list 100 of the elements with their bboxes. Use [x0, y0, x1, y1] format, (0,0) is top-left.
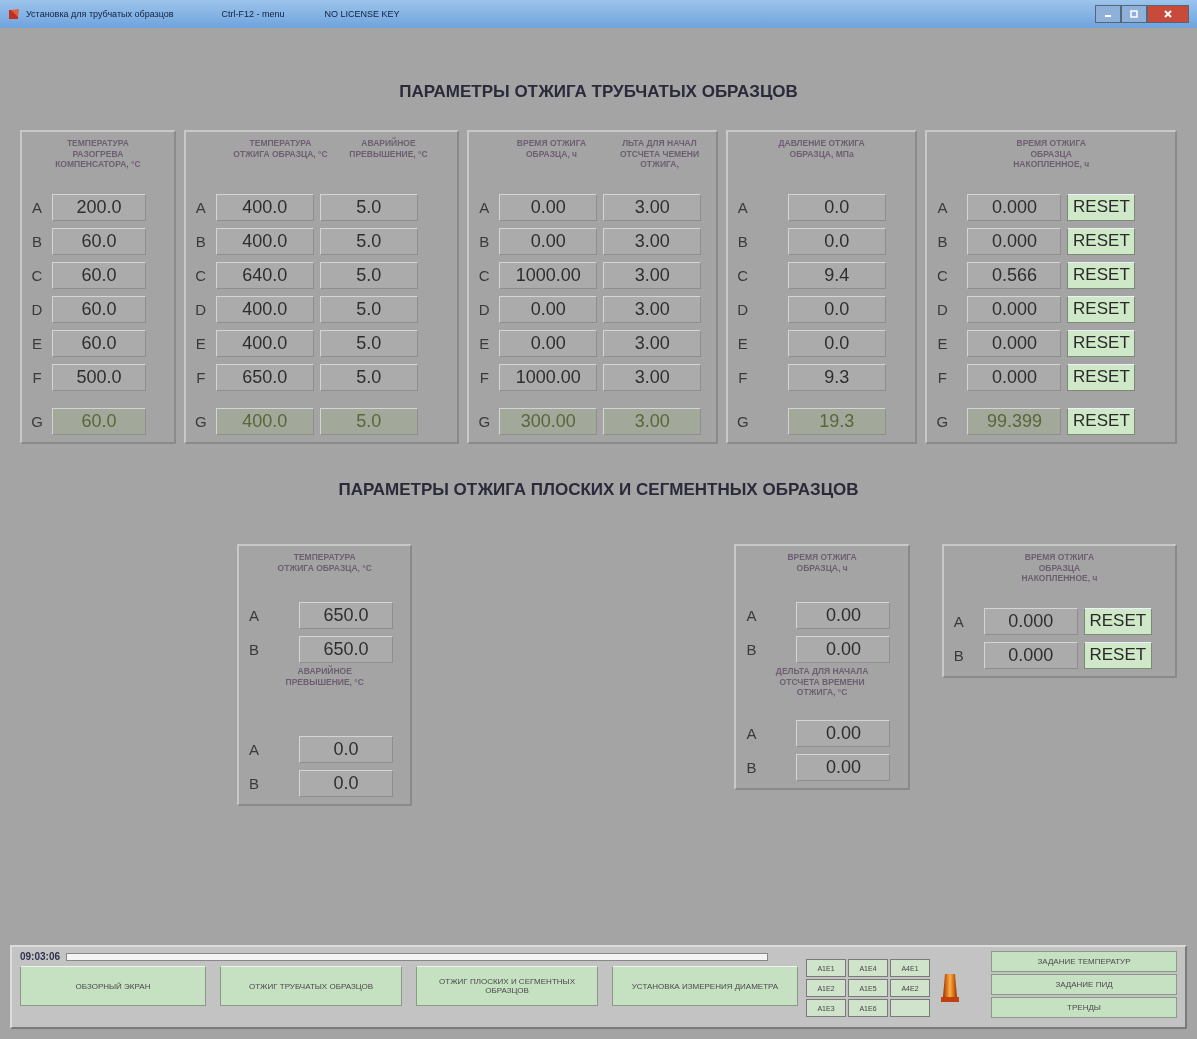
value-field[interactable]: 0.00: [796, 719, 891, 747]
value-field[interactable]: 3.00: [603, 295, 702, 323]
reset-button[interactable]: RESET: [1067, 193, 1136, 221]
value-field[interactable]: 640.0: [215, 261, 314, 289]
channel-label: B: [745, 758, 758, 776]
reset-button[interactable]: RESET: [1083, 641, 1152, 669]
value-field[interactable]: 0.00: [796, 753, 891, 781]
value-field[interactable]: 5.0: [319, 329, 418, 357]
channel-label: E: [31, 334, 43, 352]
value-field[interactable]: 9.4: [787, 261, 886, 289]
value-field[interactable]: 3.00: [603, 193, 702, 221]
alarm-beacon-icon: [938, 971, 962, 1003]
reset-button[interactable]: RESET: [1067, 363, 1136, 391]
value-field[interactable]: 500.0: [52, 363, 146, 391]
channel-label: F: [737, 368, 749, 386]
reset-button[interactable]: RESET: [1067, 329, 1136, 357]
value-field[interactable]: 650.0: [299, 601, 393, 629]
value-field[interactable]: 0.0: [299, 735, 393, 763]
column-header: ТЕМПЕРАТУРА ОТЖИГА ОБРАЗЦА, °C: [276, 552, 373, 575]
column-header: ВРЕМЯ ОТЖИГА ОБРАЗЦА, ч: [786, 552, 858, 575]
value-field[interactable]: 60.0: [52, 227, 146, 255]
value-field[interactable]: 3.00: [603, 261, 702, 289]
value-field[interactable]: 5.0: [319, 295, 418, 323]
value-field[interactable]: 0.000: [967, 295, 1062, 323]
channel-label: E: [936, 334, 949, 352]
value-field[interactable]: 3.00: [603, 363, 702, 391]
value-field[interactable]: 0.00: [499, 193, 598, 221]
channel-label: G: [935, 412, 950, 430]
value-field[interactable]: 0.00: [499, 227, 598, 255]
reset-button[interactable]: RESET: [1067, 227, 1136, 255]
value-field[interactable]: 0.0: [787, 295, 886, 323]
value-field[interactable]: 0.000: [967, 329, 1062, 357]
reset-button[interactable]: RESET: [1067, 407, 1136, 435]
value-field[interactable]: 1000.00: [499, 261, 598, 289]
value-field[interactable]: 0.0: [787, 329, 886, 357]
channel-label: F: [936, 368, 948, 386]
column-header: АВАРИЙНОЕ ПРЕВЫШЕНИЕ, °C: [348, 138, 429, 161]
column-header: ТЕМПЕРАТУРА ОТЖИГА ОБРАЗЦА, °C: [232, 138, 329, 161]
reset-button[interactable]: RESET: [1067, 261, 1136, 289]
channel-label: B: [952, 646, 965, 664]
channel-label: E: [478, 334, 491, 352]
value-field[interactable]: 0.566: [967, 261, 1062, 289]
value-field[interactable]: 650.0: [299, 635, 393, 663]
value-field[interactable]: 5.0: [319, 261, 418, 289]
nav-button[interactable]: ОБЗОРНЫЙ ЭКРАН: [20, 966, 206, 1006]
channel-label: A: [936, 198, 949, 216]
value-field[interactable]: 0.00: [796, 601, 891, 629]
reset-button[interactable]: RESET: [1067, 295, 1136, 323]
value-field[interactable]: 9.3: [787, 363, 886, 391]
nav-button[interactable]: ОТЖИГ ПЛОСКИХ И СЕГМЕНТНЫХ ОБРАЗЦОВ: [416, 966, 598, 1006]
value-field[interactable]: 60.0: [52, 261, 146, 289]
channel-label: B: [936, 232, 949, 250]
value-field[interactable]: 5.0: [319, 363, 418, 391]
value-field[interactable]: 0.0: [787, 193, 886, 221]
column-header: ДЕЛЬТА ДЛЯ НАЧАЛА ОТСЧЕТА ВРЕМЕНИ ОТЖИГА, °C: [774, 666, 870, 700]
channel-label: D: [477, 300, 491, 318]
value-field[interactable]: 0.0: [299, 769, 393, 797]
channel-label: C: [30, 266, 44, 284]
nav-button[interactable]: УСТАНОВКА ИЗМЕРЕНИЯ ДИАМЕТРА: [612, 966, 798, 1006]
value-field[interactable]: 0.000: [967, 227, 1062, 255]
side-button[interactable]: ЗАДАНИЕ ПИД: [991, 974, 1177, 995]
value-field[interactable]: 0.000: [967, 363, 1062, 391]
channel-label: G: [193, 412, 208, 430]
column-header: АВАРИЙНОЕ ПРЕВЫШЕНИЕ, °C: [284, 666, 365, 689]
value-field[interactable]: 0.000: [967, 193, 1062, 221]
value-field[interactable]: 5.0: [319, 227, 418, 255]
value-field[interactable]: 1000.00: [499, 363, 598, 391]
side-button[interactable]: ТРЕНДЫ: [991, 997, 1177, 1018]
value-field[interactable]: 5.0: [319, 193, 418, 221]
channel-label: C: [936, 266, 949, 284]
nav-button[interactable]: ОТЖИГ ТРУБЧАТЫХ ОБРАЗЦОВ: [220, 966, 402, 1006]
close-icon: [1163, 9, 1173, 19]
value-field[interactable]: 0.00: [499, 329, 598, 357]
value-field[interactable]: 400.0: [215, 329, 314, 357]
value-field[interactable]: 0.00: [796, 635, 891, 663]
channel-label: F: [195, 368, 207, 386]
value-field[interactable]: 60.0: [52, 329, 146, 357]
minimize-button[interactable]: [1095, 5, 1121, 23]
value-field[interactable]: 400.0: [215, 295, 314, 323]
menu-hint: Ctrl-F12 - menu: [221, 9, 285, 19]
value-field[interactable]: 60.0: [52, 295, 146, 323]
value-field[interactable]: 0.00: [499, 295, 598, 323]
channel-label: B: [745, 640, 758, 658]
channel-label: A: [31, 198, 43, 216]
column-header: ВРЕМЯ ОТЖИГА ОБРАЗЦА, ч: [515, 138, 588, 161]
value-field[interactable]: 400.0: [215, 227, 314, 255]
side-button[interactable]: ЗАДАНИЕ ТЕМПЕРАТУР: [991, 951, 1177, 972]
maximize-button[interactable]: [1121, 5, 1147, 23]
reset-button[interactable]: RESET: [1083, 607, 1152, 635]
value-field[interactable]: 0.000: [983, 641, 1078, 669]
close-button[interactable]: [1147, 5, 1189, 23]
value-field[interactable]: 3.00: [603, 329, 702, 357]
value-field[interactable]: 0.0: [787, 227, 886, 255]
channel-label: A: [736, 198, 749, 216]
value-field[interactable]: 0.000: [983, 607, 1078, 635]
value-field[interactable]: 3.00: [603, 227, 702, 255]
value-field[interactable]: 200.0: [52, 193, 146, 221]
channel-label: A: [952, 612, 965, 630]
value-field[interactable]: 400.0: [215, 193, 314, 221]
value-field[interactable]: 650.0: [215, 363, 314, 391]
